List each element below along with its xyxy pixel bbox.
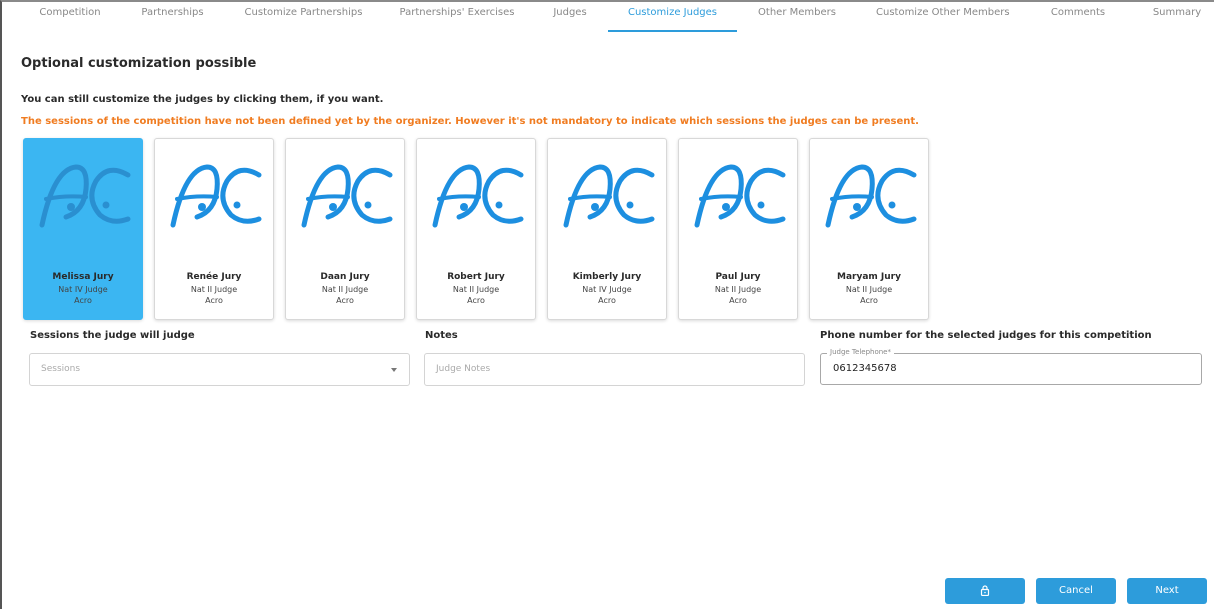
judge-level: Nat II Judge — [190, 285, 238, 294]
judge-level: Nat II Judge — [452, 285, 500, 294]
tab-partnerships[interactable]: Partnerships — [134, 7, 211, 33]
judge-discipline: Acro — [860, 296, 878, 305]
tab-comments[interactable]: Comments — [1048, 7, 1108, 33]
cancel-button[interactable]: Cancel — [1036, 578, 1116, 604]
judge-card[interactable]: Maryam Jury Nat II Judge Acro — [809, 138, 929, 320]
tab-competition[interactable]: Competition — [33, 7, 107, 33]
judge-name: Daan Jury — [320, 272, 370, 282]
phone-field-label: Judge Telephone* — [827, 348, 894, 356]
tab-other-members[interactable]: Other Members — [758, 7, 836, 33]
judge-card[interactable]: Paul Jury Nat II Judge Acro — [678, 138, 798, 320]
judge-discipline: Acro — [336, 296, 354, 305]
page-title: Optional customization possible — [21, 56, 257, 71]
judge-level: Nat II Judge — [321, 285, 369, 294]
tab-summary[interactable]: Summary — [1152, 7, 1202, 33]
judge-name: Kimberly Jury — [572, 272, 642, 282]
club-logo-icon — [825, 164, 917, 228]
chevron-down-icon — [391, 368, 397, 372]
instruction-text: You can still customize the judges by cl… — [21, 94, 384, 105]
sessions-warning: The sessions of the competition have not… — [21, 116, 919, 127]
club-logo-icon — [432, 164, 524, 228]
judge-card[interactable]: Renée Jury Nat II Judge Acro — [154, 138, 274, 320]
judge-name: Melissa Jury — [52, 272, 114, 282]
phone-value: 0612345678 — [833, 363, 897, 374]
judge-discipline: Acro — [729, 296, 747, 305]
judge-discipline: Acro — [205, 296, 223, 305]
phone-label: Phone number for the selected judges for… — [820, 330, 1152, 341]
judge-card[interactable]: Robert Jury Nat II Judge Acro — [416, 138, 536, 320]
sessions-placeholder: Sessions — [41, 364, 81, 374]
judge-level: Nat IV Judge — [582, 285, 632, 294]
club-logo-icon — [301, 164, 393, 228]
notes-placeholder: Judge Notes — [436, 364, 491, 374]
club-logo-icon — [39, 164, 131, 228]
club-logo-icon — [563, 164, 655, 228]
tab-customize-judges[interactable]: Customize Judges — [608, 7, 737, 33]
judge-discipline: Acro — [74, 296, 92, 305]
club-logo-icon — [170, 164, 262, 228]
tab-customize-partnerships[interactable]: Customize Partnerships — [241, 7, 366, 33]
judge-level: Nat II Judge — [845, 285, 893, 294]
phone-input[interactable]: Judge Telephone* 0612345678 — [820, 348, 1202, 385]
judge-name: Maryam Jury — [837, 272, 901, 282]
sessions-select[interactable]: Sessions — [29, 353, 410, 386]
judge-card[interactable]: Daan Jury Nat II Judge Acro — [285, 138, 405, 320]
judge-discipline: Acro — [598, 296, 616, 305]
club-logo-icon — [694, 164, 786, 228]
tab-judges[interactable]: Judges — [550, 7, 590, 33]
judge-level: Nat IV Judge — [58, 285, 108, 294]
notes-label: Notes — [425, 330, 458, 341]
judge-card[interactable]: Kimberly Jury Nat IV Judge Acro — [547, 138, 667, 320]
judge-level: Nat II Judge — [714, 285, 762, 294]
judge-name: Renée Jury — [186, 272, 242, 282]
lock-button[interactable] — [945, 578, 1025, 604]
judge-card[interactable]: Melissa Jury Nat IV Judge Acro — [23, 138, 143, 320]
notes-input[interactable]: Judge Notes — [424, 353, 805, 386]
next-button[interactable]: Next — [1127, 578, 1207, 604]
judge-name: Robert Jury — [447, 272, 505, 282]
tab-customize-other-members[interactable]: Customize Other Members — [876, 7, 1010, 33]
judge-discipline: Acro — [467, 296, 485, 305]
sessions-label: Sessions the judge will judge — [30, 330, 195, 341]
lock-icon — [980, 585, 990, 596]
wizard-tabs: Competition Partnerships Customize Partn… — [10, 7, 1214, 33]
judge-name: Paul Jury — [715, 272, 761, 282]
tab-partnerships-exercises[interactable]: Partnerships' Exercises — [398, 7, 516, 33]
